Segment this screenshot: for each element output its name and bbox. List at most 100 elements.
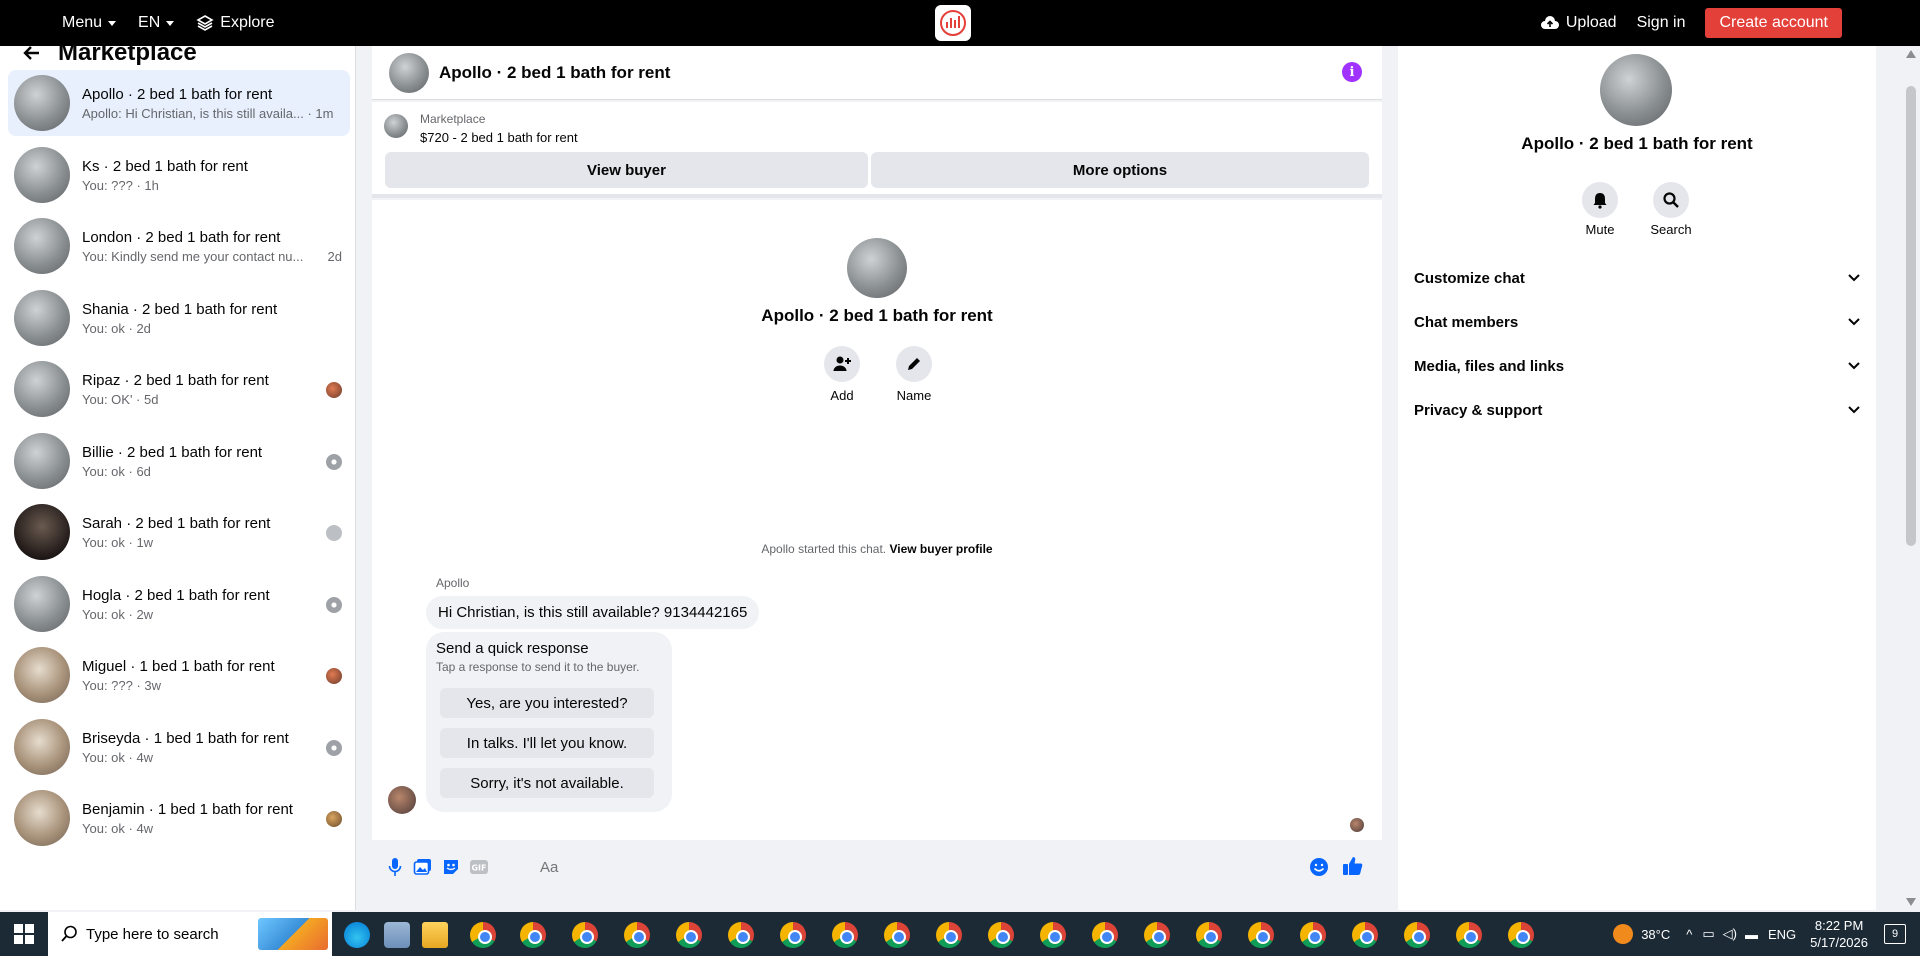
cloud-upload-icon xyxy=(1540,16,1559,29)
conversation-item-london[interactable]: London · 2 bed 1 bath for rent You: Kind… xyxy=(8,213,350,279)
quick-response-yes[interactable]: Yes, are you interested? xyxy=(440,688,654,718)
menu-dropdown[interactable]: Menu xyxy=(62,14,117,32)
name-chat-button[interactable] xyxy=(896,346,932,382)
chrome-icon[interactable] xyxy=(1404,922,1430,948)
chrome-icon[interactable] xyxy=(470,922,496,948)
emoji-icon[interactable] xyxy=(1308,856,1330,878)
volume-icon[interactable]: ◁) xyxy=(1723,926,1737,942)
conversation-item-apollo[interactable]: Apollo · 2 bed 1 bath for rent Apollo: H… xyxy=(8,70,350,136)
scroll-up-arrow[interactable] xyxy=(1906,50,1916,58)
temperature[interactable]: 38°C xyxy=(1641,927,1670,942)
chrome-icon[interactable] xyxy=(1456,922,1482,948)
thumbs-up-icon[interactable] xyxy=(1342,855,1364,877)
customize-chat-section[interactable]: Customize chat xyxy=(1414,266,1860,290)
seen-avatar xyxy=(326,382,342,398)
chrome-icon[interactable] xyxy=(728,922,754,948)
chrome-icon[interactable] xyxy=(1092,922,1118,948)
notifications-icon[interactable]: 9 xyxy=(1884,924,1906,944)
chrome-icon[interactable] xyxy=(936,922,962,948)
conversation-item-ks[interactable]: Ks · 2 bed 1 bath for rent You: ??? · 1h xyxy=(8,142,350,208)
quick-response-not-available[interactable]: Sorry, it's not available. xyxy=(440,768,654,798)
chevron-down-icon xyxy=(108,20,117,26)
battery-icon[interactable]: ▬ xyxy=(1745,927,1758,942)
chevron-down-icon xyxy=(166,20,175,26)
file-explorer-icon[interactable] xyxy=(422,922,448,948)
conversation-item-hogla[interactable]: Hogla · 2 bed 1 bath for rent You: ok · … xyxy=(8,571,350,637)
page-scrollbar-thumb[interactable] xyxy=(1906,86,1916,546)
chrome-icon[interactable] xyxy=(624,922,650,948)
clock[interactable]: 8:22 PM 5/17/2026 xyxy=(1810,917,1868,951)
site-logo[interactable] xyxy=(935,5,971,41)
back-arrow-icon[interactable] xyxy=(22,43,42,63)
privacy-support-section[interactable]: Privacy & support xyxy=(1414,398,1860,422)
conversation-item-billie[interactable]: Billie · 2 bed 1 bath for rent You: ok ·… xyxy=(8,428,350,494)
chrome-icon[interactable] xyxy=(520,922,546,948)
scroll-down-arrow[interactable] xyxy=(1906,898,1916,906)
gif-icon[interactable]: GIF xyxy=(468,856,490,878)
seen-avatar xyxy=(326,668,342,684)
marketplace-header: Marketplace xyxy=(0,39,355,66)
chrome-icon[interactable] xyxy=(1196,922,1222,948)
chevron-down-icon xyxy=(1848,362,1860,370)
chrome-icon[interactable] xyxy=(832,922,858,948)
conversation-preview: You: ok · 2d xyxy=(82,320,151,336)
chat-members-section[interactable]: Chat members xyxy=(1414,310,1860,334)
avatar xyxy=(14,290,70,346)
marketplace-label: Marketplace xyxy=(420,112,486,126)
chrome-icon[interactable] xyxy=(676,922,702,948)
taskbar-search-box[interactable]: Type here to search xyxy=(48,912,332,956)
create-account-button[interactable]: Create account xyxy=(1705,8,1842,38)
edge-icon[interactable] xyxy=(344,922,370,948)
view-buyer-button[interactable]: View buyer xyxy=(385,152,868,188)
conversation-item-ripaz[interactable]: Ripaz · 2 bed 1 bath for rent You: OK' ·… xyxy=(8,356,350,422)
mute-button[interactable] xyxy=(1582,182,1618,218)
network-icon[interactable]: ▭ xyxy=(1702,926,1714,942)
info-icon[interactable]: i xyxy=(1342,62,1362,82)
chrome-icon[interactable] xyxy=(884,922,910,948)
page-title: Marketplace xyxy=(58,39,197,66)
explore-link[interactable]: Explore xyxy=(196,14,275,32)
add-people-button[interactable] xyxy=(824,346,860,382)
more-options-button[interactable]: More options xyxy=(871,152,1369,188)
conversation-item-benjamin[interactable]: Benjamin · 1 bed 1 bath for rent You: ok… xyxy=(8,785,350,851)
chrome-icon[interactable] xyxy=(1248,922,1274,948)
message-composer: GIF xyxy=(372,846,1382,886)
intro-avatar xyxy=(847,238,907,298)
photo-icon[interactable] xyxy=(412,856,434,878)
chrome-icon[interactable] xyxy=(988,922,1014,948)
chrome-icon[interactable] xyxy=(1300,922,1326,948)
avatar[interactable] xyxy=(389,52,429,93)
chat-title: Apollo · 2 bed 1 bath for rent xyxy=(439,62,671,82)
upload-button[interactable]: Upload xyxy=(1540,14,1617,32)
view-buyer-profile-link[interactable]: View buyer profile xyxy=(889,542,992,556)
conversation-item-sarah[interactable]: Sarah · 2 bed 1 bath for rent You: ok · … xyxy=(8,499,350,565)
message-input[interactable] xyxy=(528,850,1346,884)
search-in-chat-button[interactable] xyxy=(1653,182,1689,218)
chevron-up-icon[interactable]: ^ xyxy=(1686,927,1692,942)
listing-price-title[interactable]: $720 - 2 bed 1 bath for rent xyxy=(420,130,578,145)
conversation-name: Apollo · 2 bed 1 bath for rent xyxy=(82,85,273,103)
weather-app-icon[interactable] xyxy=(384,922,410,948)
avatar xyxy=(14,576,70,632)
chrome-icon[interactable] xyxy=(1144,922,1170,948)
weather-icon[interactable] xyxy=(1613,924,1634,944)
sign-in-link[interactable]: Sign in xyxy=(1637,14,1686,32)
input-language[interactable]: ENG xyxy=(1768,927,1796,942)
profile-avatar[interactable] xyxy=(1600,54,1672,126)
microphone-icon[interactable] xyxy=(384,856,406,878)
media-files-links-section[interactable]: Media, files and links xyxy=(1414,354,1860,378)
conversation-item-shania[interactable]: Shania · 2 bed 1 bath for rent You: ok ·… xyxy=(8,285,350,351)
conversation-item-briseyda[interactable]: Briseyda · 1 bed 1 bath for rent You: ok… xyxy=(8,714,350,780)
sticker-icon[interactable] xyxy=(440,856,462,878)
chrome-icon[interactable] xyxy=(1352,922,1378,948)
chrome-icon[interactable] xyxy=(780,922,806,948)
chrome-icon[interactable] xyxy=(572,922,598,948)
chrome-icon[interactable] xyxy=(1508,922,1534,948)
conversation-item-miguel[interactable]: Miguel · 1 bed 1 bath for rent You: ??? … xyxy=(8,642,350,708)
conversation-preview: You: ??? · 3w xyxy=(82,677,162,693)
conversation-name: Billie · 2 bed 1 bath for rent xyxy=(82,443,263,461)
chrome-icon[interactable] xyxy=(1040,922,1066,948)
quick-response-in-talks[interactable]: In talks. I'll let you know. xyxy=(440,728,654,758)
windows-start-icon[interactable] xyxy=(14,924,34,944)
language-dropdown[interactable]: EN xyxy=(138,14,175,32)
